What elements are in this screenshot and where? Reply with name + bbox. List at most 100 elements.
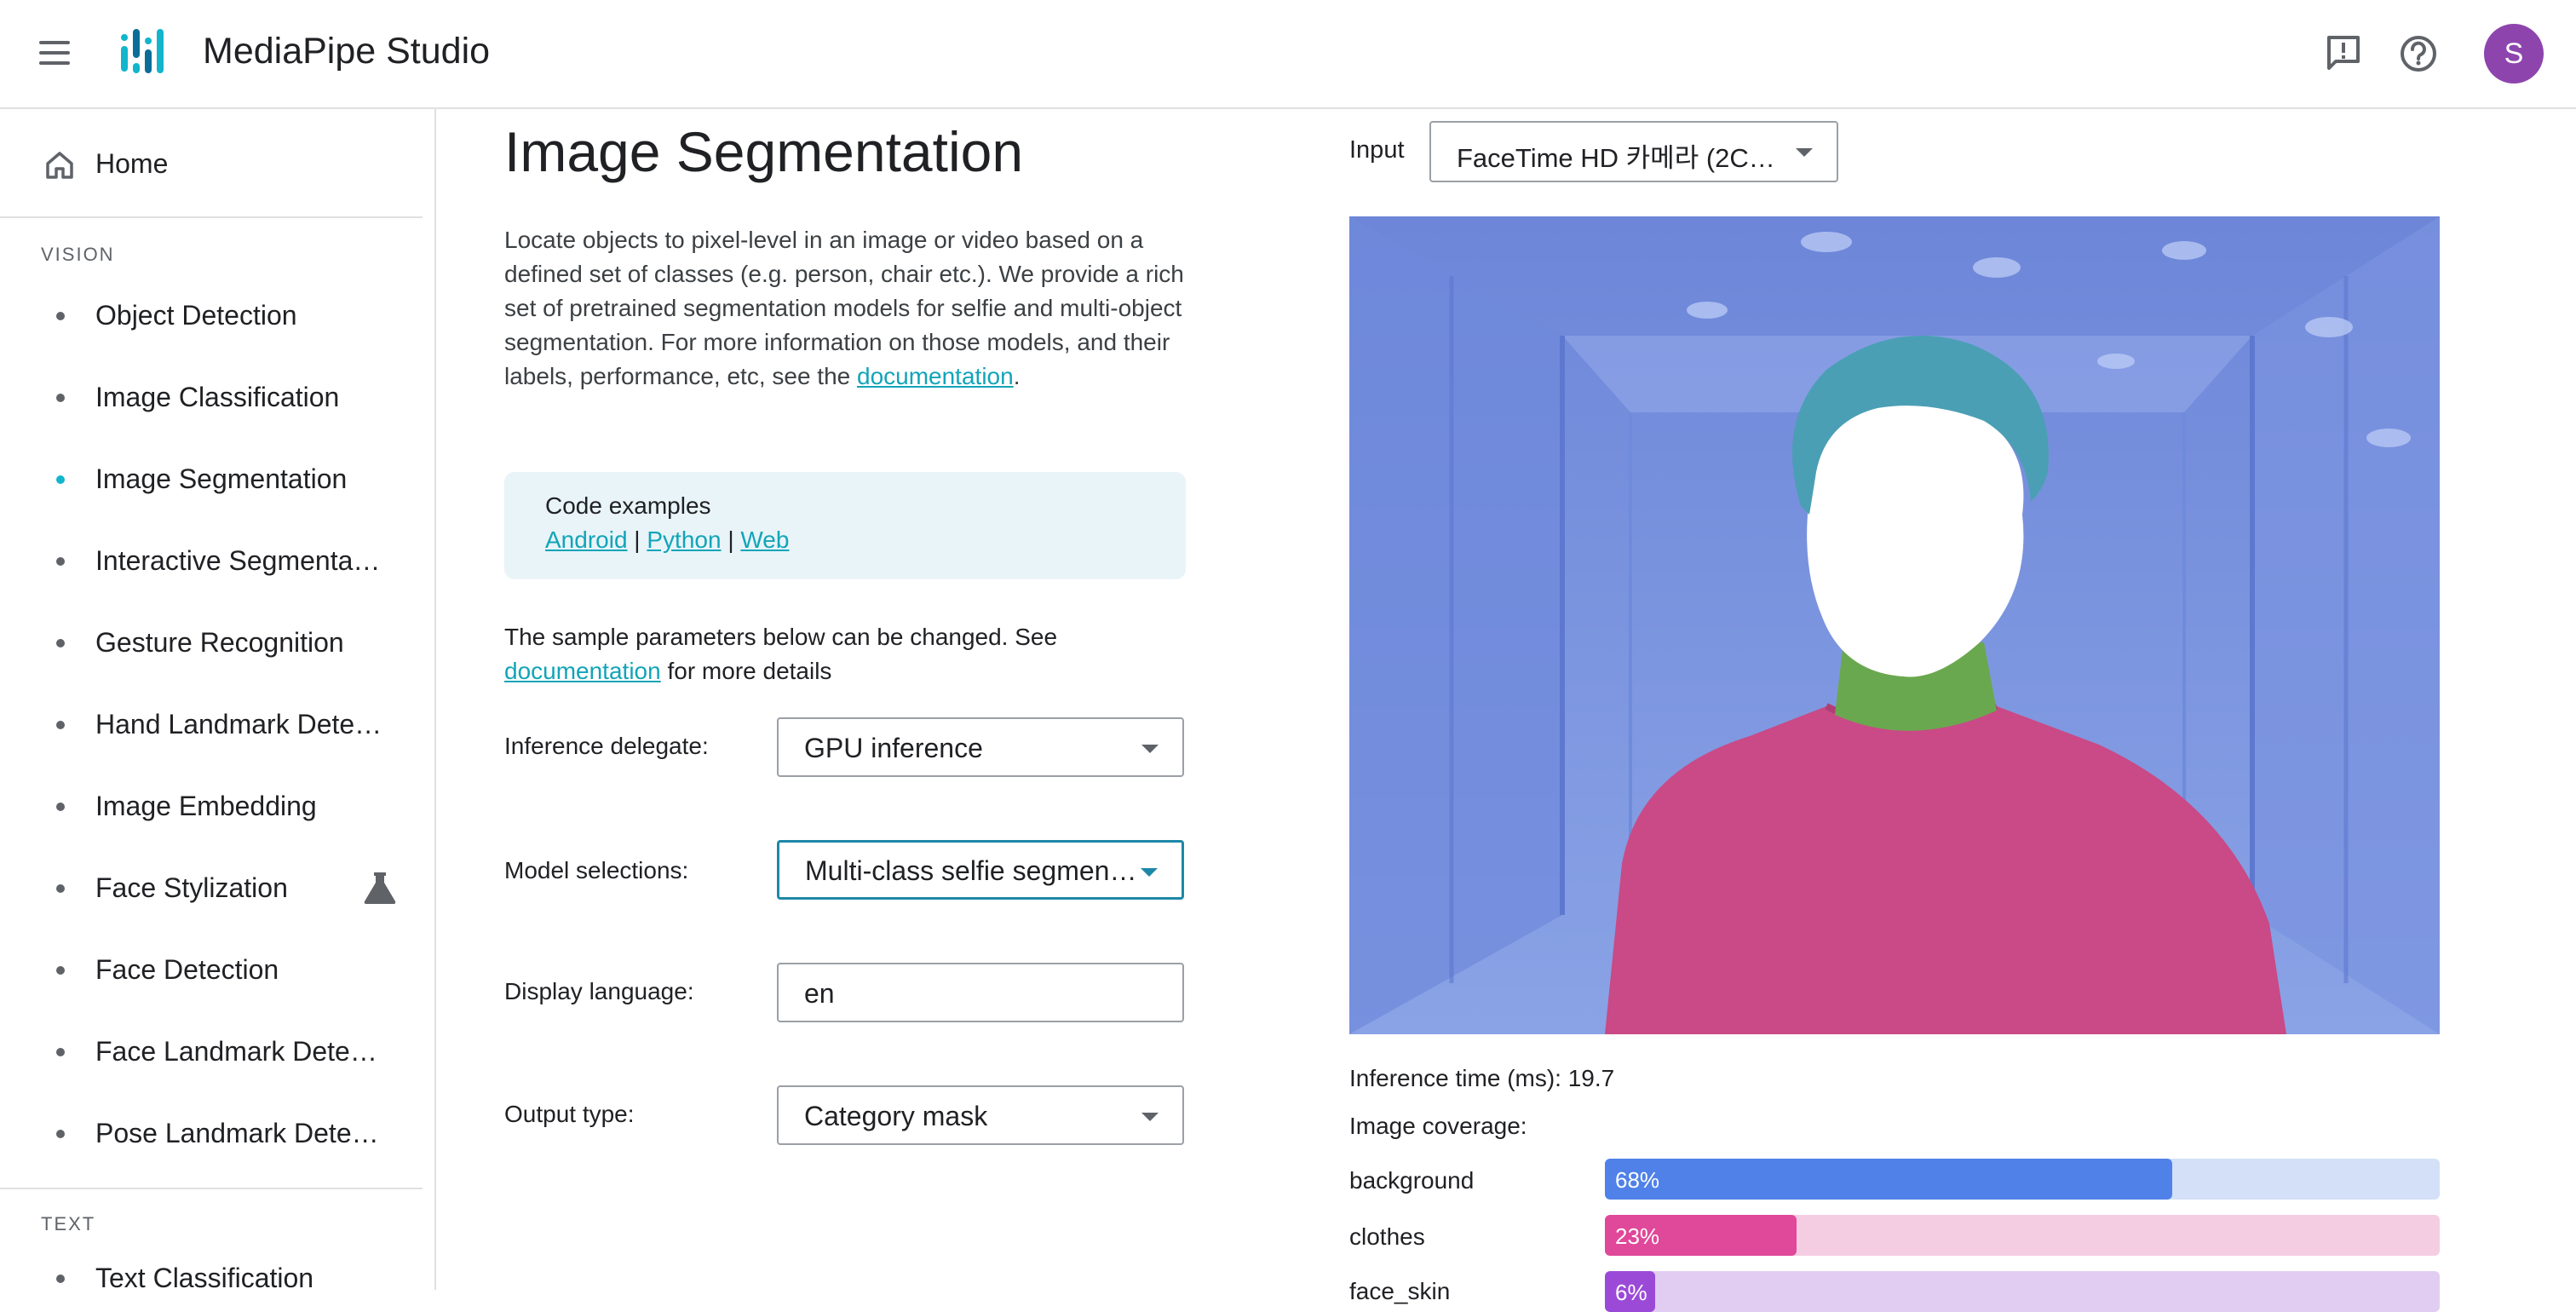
code-examples-box: Code examples Android | Python | Web: [504, 472, 1186, 579]
help-icon[interactable]: [2397, 32, 2440, 75]
params-end: for more details: [667, 658, 832, 684]
dropdown-arrow-icon: [1141, 745, 1159, 753]
sidebar-item-face-stylization[interactable]: Face Stylization: [0, 857, 423, 918]
coverage-fill: 23%: [1605, 1215, 1797, 1256]
description-end: .: [1013, 363, 1021, 389]
avatar[interactable]: S: [2484, 24, 2544, 83]
coverage-label-clothes: clothes: [1349, 1223, 1425, 1250]
documentation-link[interactable]: documentation: [857, 363, 1014, 389]
coverage-percent: 23%: [1615, 1223, 1660, 1249]
sidebar-item-gesture-recognition[interactable]: Gesture Recognition: [0, 612, 423, 673]
select-value: GPU inference: [804, 733, 983, 763]
inference-time: Inference time (ms): 19.7: [1349, 1065, 1615, 1091]
sidebar-item-image-segmentation[interactable]: Image Segmentation: [0, 448, 423, 509]
python-link[interactable]: Python: [647, 527, 721, 553]
bullet-icon: [56, 721, 65, 729]
divider: [0, 1188, 423, 1189]
description-text: Locate objects to pixel-level in an imag…: [504, 227, 1184, 389]
sidebar-item-label: Face Landmark Detect…: [95, 1036, 385, 1067]
bullet-icon: [56, 557, 65, 566]
sidebar-item-label: Face Detection: [95, 954, 279, 985]
input-label: Input: [1349, 136, 1405, 164]
section-label-vision: VISION: [41, 244, 115, 265]
sidebar-item-pose-landmark-detection[interactable]: Pose Landmark Detec…: [0, 1102, 423, 1164]
model-selections-label: Model selections:: [504, 857, 689, 883]
bullet-icon: [56, 1130, 65, 1138]
menu-icon[interactable]: [37, 37, 72, 68]
bullet-icon: [56, 884, 65, 893]
page-title: Image Segmentation: [504, 120, 1024, 183]
sidebar-item-hand-landmark-detection[interactable]: Hand Landmark Detec…: [0, 693, 423, 755]
sidebar-item-face-landmark-detection[interactable]: Face Landmark Detect…: [0, 1021, 423, 1082]
code-examples-title: Code examples: [545, 492, 711, 519]
feedback-icon[interactable]: [2322, 32, 2365, 75]
section-label-text: TEXT: [41, 1213, 96, 1234]
sidebar-item-object-detection[interactable]: Object Detection: [0, 285, 423, 346]
separator: |: [727, 527, 734, 553]
flask-icon: [364, 872, 396, 904]
coverage-bar-background: 68%: [1605, 1159, 2440, 1200]
sidebar-item-image-classification[interactable]: Image Classification: [0, 366, 423, 428]
home-icon: [46, 152, 73, 179]
coverage-label-face-skin: face_skin: [1349, 1278, 1451, 1304]
code-examples-links: Android | Python | Web: [545, 527, 789, 554]
sidebar-item-label: Image Classification: [95, 382, 340, 412]
coverage-title: Image coverage:: [1349, 1113, 1527, 1139]
coverage-fill: 68%: [1605, 1159, 2173, 1200]
sidebar-item-label: Pose Landmark Detec…: [95, 1118, 385, 1148]
bullet-icon: [56, 1048, 65, 1056]
params-text: The sample parameters below can be chang…: [504, 624, 1058, 650]
sidebar-item-label: Home: [95, 148, 169, 179]
bullet-icon: [56, 966, 65, 975]
model-selections-select[interactable]: Multi-class selfie segmentation: [777, 840, 1184, 900]
select-value: Category mask: [804, 1101, 988, 1131]
select-value: Multi-class selfie segmentation: [805, 855, 1137, 886]
segmentation-preview: [1349, 216, 2440, 1034]
output-type-select[interactable]: Category mask: [777, 1085, 1184, 1145]
sidebar-item-face-detection[interactable]: Face Detection: [0, 939, 423, 1000]
segmentation-mask-image: [1349, 216, 2440, 1034]
bullet-icon: [56, 475, 65, 484]
input-source-select[interactable]: FaceTime HD 카메라 (2C0…: [1429, 121, 1838, 182]
sidebar-item-home[interactable]: Home: [0, 136, 423, 193]
dropdown-arrow-icon: [1796, 148, 1813, 157]
select-value: FaceTime HD 카메라 (2C0…: [1457, 143, 1789, 173]
bullet-icon: [56, 639, 65, 647]
sidebar-item-label: Interactive Segmentati…: [95, 545, 385, 576]
sidebar: Home VISION Object Detection Image Class…: [0, 109, 436, 1290]
bullet-icon: [56, 803, 65, 811]
dropdown-arrow-icon: [1141, 1113, 1159, 1121]
sidebar-item-label: Image Segmentation: [95, 463, 348, 494]
inference-delegate-label: Inference delegate:: [504, 733, 709, 759]
mediapipe-logo: [121, 29, 164, 73]
sidebar-item-label: Face Stylization: [95, 872, 288, 903]
android-link[interactable]: Android: [545, 527, 628, 553]
coverage-percent: 6%: [1615, 1280, 1647, 1305]
bullet-icon: [56, 312, 65, 320]
params-note: The sample parameters below can be chang…: [504, 620, 1186, 688]
app-title: MediaPipe Studio: [203, 31, 491, 72]
display-language-input[interactable]: en: [777, 963, 1184, 1022]
separator: |: [634, 527, 641, 553]
dropdown-arrow-icon: [1141, 868, 1158, 877]
sidebar-item-text-classification[interactable]: Text Classification: [0, 1247, 423, 1290]
divider: [0, 216, 423, 218]
bullet-icon: [56, 1275, 65, 1283]
params-documentation-link[interactable]: documentation: [504, 658, 661, 684]
coverage-percent: 68%: [1615, 1167, 1660, 1193]
coverage-label-background: background: [1349, 1167, 1475, 1194]
sidebar-item-image-embedding[interactable]: Image Embedding: [0, 775, 423, 837]
app-header: MediaPipe Studio S: [0, 0, 2576, 109]
output-type-label: Output type:: [504, 1101, 635, 1127]
sidebar-item-interactive-segmentation[interactable]: Interactive Segmentati…: [0, 530, 423, 591]
description: Locate objects to pixel-level in an imag…: [504, 223, 1186, 394]
sidebar-item-label: Gesture Recognition: [95, 627, 344, 658]
input-value: en: [804, 978, 835, 1009]
web-link[interactable]: Web: [740, 527, 789, 553]
display-language-label: Display language:: [504, 978, 694, 1004]
sidebar-item-label: Text Classification: [95, 1263, 314, 1290]
inference-delegate-select[interactable]: GPU inference: [777, 717, 1184, 777]
coverage-bar-face-skin: 6%: [1605, 1271, 2440, 1312]
bullet-icon: [56, 394, 65, 402]
sidebar-item-label: Object Detection: [95, 300, 297, 331]
